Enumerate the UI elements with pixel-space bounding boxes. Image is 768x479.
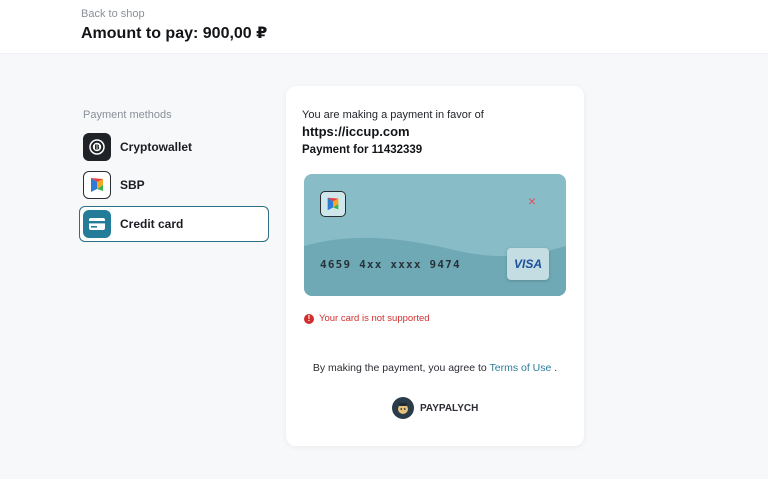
card-error: ! Your card is not supported — [304, 313, 430, 324]
paypalych-logo-icon — [392, 397, 414, 419]
method-label: SBP — [120, 178, 145, 192]
method-cryptowallet[interactable]: B Cryptowallet — [79, 129, 269, 165]
terms-suffix: . — [554, 362, 558, 374]
crypto-wallet-icon: B — [83, 133, 111, 161]
merchant-site: https://iccup.com — [302, 124, 410, 139]
payment-methods-title: Payment methods — [83, 109, 172, 121]
terms-notice: By making the payment, you agree to Term… — [286, 362, 584, 374]
favor-text: You are making a payment in favor of — [302, 109, 484, 121]
method-sbp[interactable]: SBP — [79, 167, 269, 203]
terms-prefix: By making the payment, you agree to — [312, 362, 487, 374]
amount-to-pay: Amount to pay: 900,00 ₽ — [81, 25, 268, 42]
visa-logo: VISA — [507, 248, 549, 280]
svg-text:B: B — [94, 144, 99, 152]
provider-brand: PAYPALYCH — [392, 397, 478, 419]
provider-name: PAYPALYCH — [420, 402, 479, 414]
credit-card-preview: × 4659 4xx xxxx 9474 VISA — [304, 174, 566, 296]
terms-of-use-link[interactable]: Terms of Use — [489, 362, 551, 374]
card-bank-logo-icon — [320, 191, 346, 217]
credit-card-icon — [83, 210, 111, 238]
error-icon: ! — [304, 313, 314, 324]
error-message: Your card is not supported — [319, 313, 430, 324]
payment-panel: You are making a payment in favor of htt… — [286, 86, 584, 446]
method-label: Credit card — [120, 217, 184, 231]
sbp-icon — [83, 171, 111, 199]
clear-card-button[interactable]: × — [525, 194, 539, 208]
top-bar: Back to shop Amount to pay: 900,00 ₽ — [0, 0, 768, 54]
card-number: 4659 4xx xxxx 9474 — [320, 258, 461, 271]
back-to-shop-link[interactable]: Back to shop — [81, 8, 145, 20]
method-label: Cryptowallet — [120, 140, 193, 154]
payment-for: Payment for 11432339 — [302, 144, 423, 156]
method-credit-card[interactable]: Credit card — [79, 206, 269, 242]
